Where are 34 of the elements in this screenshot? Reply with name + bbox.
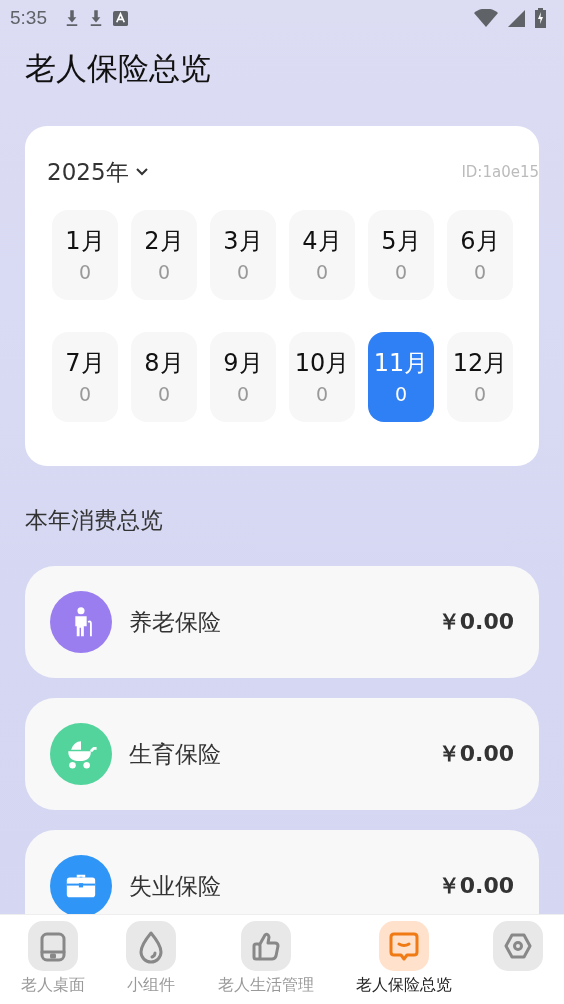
- download-icon: [65, 9, 79, 27]
- chevron-down-icon: [134, 167, 149, 177]
- insurance-name: 生育保险: [129, 739, 222, 769]
- insurance-name: 养老保险: [129, 607, 222, 637]
- nav-tab[interactable]: 老人保险总览: [355, 921, 452, 1004]
- month-button[interactable]: 3月 0: [210, 210, 276, 300]
- insurance-card[interactable]: 养老保险 ￥0.00: [25, 566, 539, 678]
- month-button[interactable]: 9月 0: [210, 332, 276, 422]
- signal-icon: [508, 9, 525, 27]
- month-button[interactable]: 6月 0: [447, 210, 513, 300]
- font-icon: [113, 10, 128, 26]
- month-button[interactable]: 10月 0: [289, 332, 355, 422]
- month-button[interactable]: 12月 0: [447, 332, 513, 422]
- section-title: 本年消费总览: [25, 506, 163, 535]
- insurance-card[interactable]: 失业保险 ￥0.00: [25, 830, 539, 914]
- insurance-card[interactable]: 生育保险 ￥0.00: [25, 698, 539, 810]
- id-text: ID:1a0e15: [461, 163, 539, 181]
- amount-text: ￥0.00: [437, 608, 514, 636]
- month-button[interactable]: 2月 0: [131, 210, 197, 300]
- month-button[interactable]: 7月 0: [52, 332, 118, 422]
- month-button[interactable]: 1月 0: [52, 210, 118, 300]
- download-icon: [89, 9, 103, 27]
- page-title: 老人保险总览: [25, 49, 211, 88]
- status-time: 5:35: [10, 7, 47, 29]
- wifi-icon: [474, 9, 498, 27]
- year-dropdown[interactable]: 2025年: [47, 156, 149, 188]
- month-button[interactable]: 4月 0: [289, 210, 355, 300]
- month-button[interactable]: 5月 0: [368, 210, 434, 300]
- insurance-name: 失业保险: [129, 871, 222, 901]
- amount-text: ￥0.00: [437, 740, 514, 768]
- month-button[interactable]: 11月 0: [368, 332, 434, 422]
- battery-icon: [535, 8, 546, 28]
- month-button[interactable]: 8月 0: [131, 332, 197, 422]
- amount-text: ￥0.00: [437, 872, 514, 900]
